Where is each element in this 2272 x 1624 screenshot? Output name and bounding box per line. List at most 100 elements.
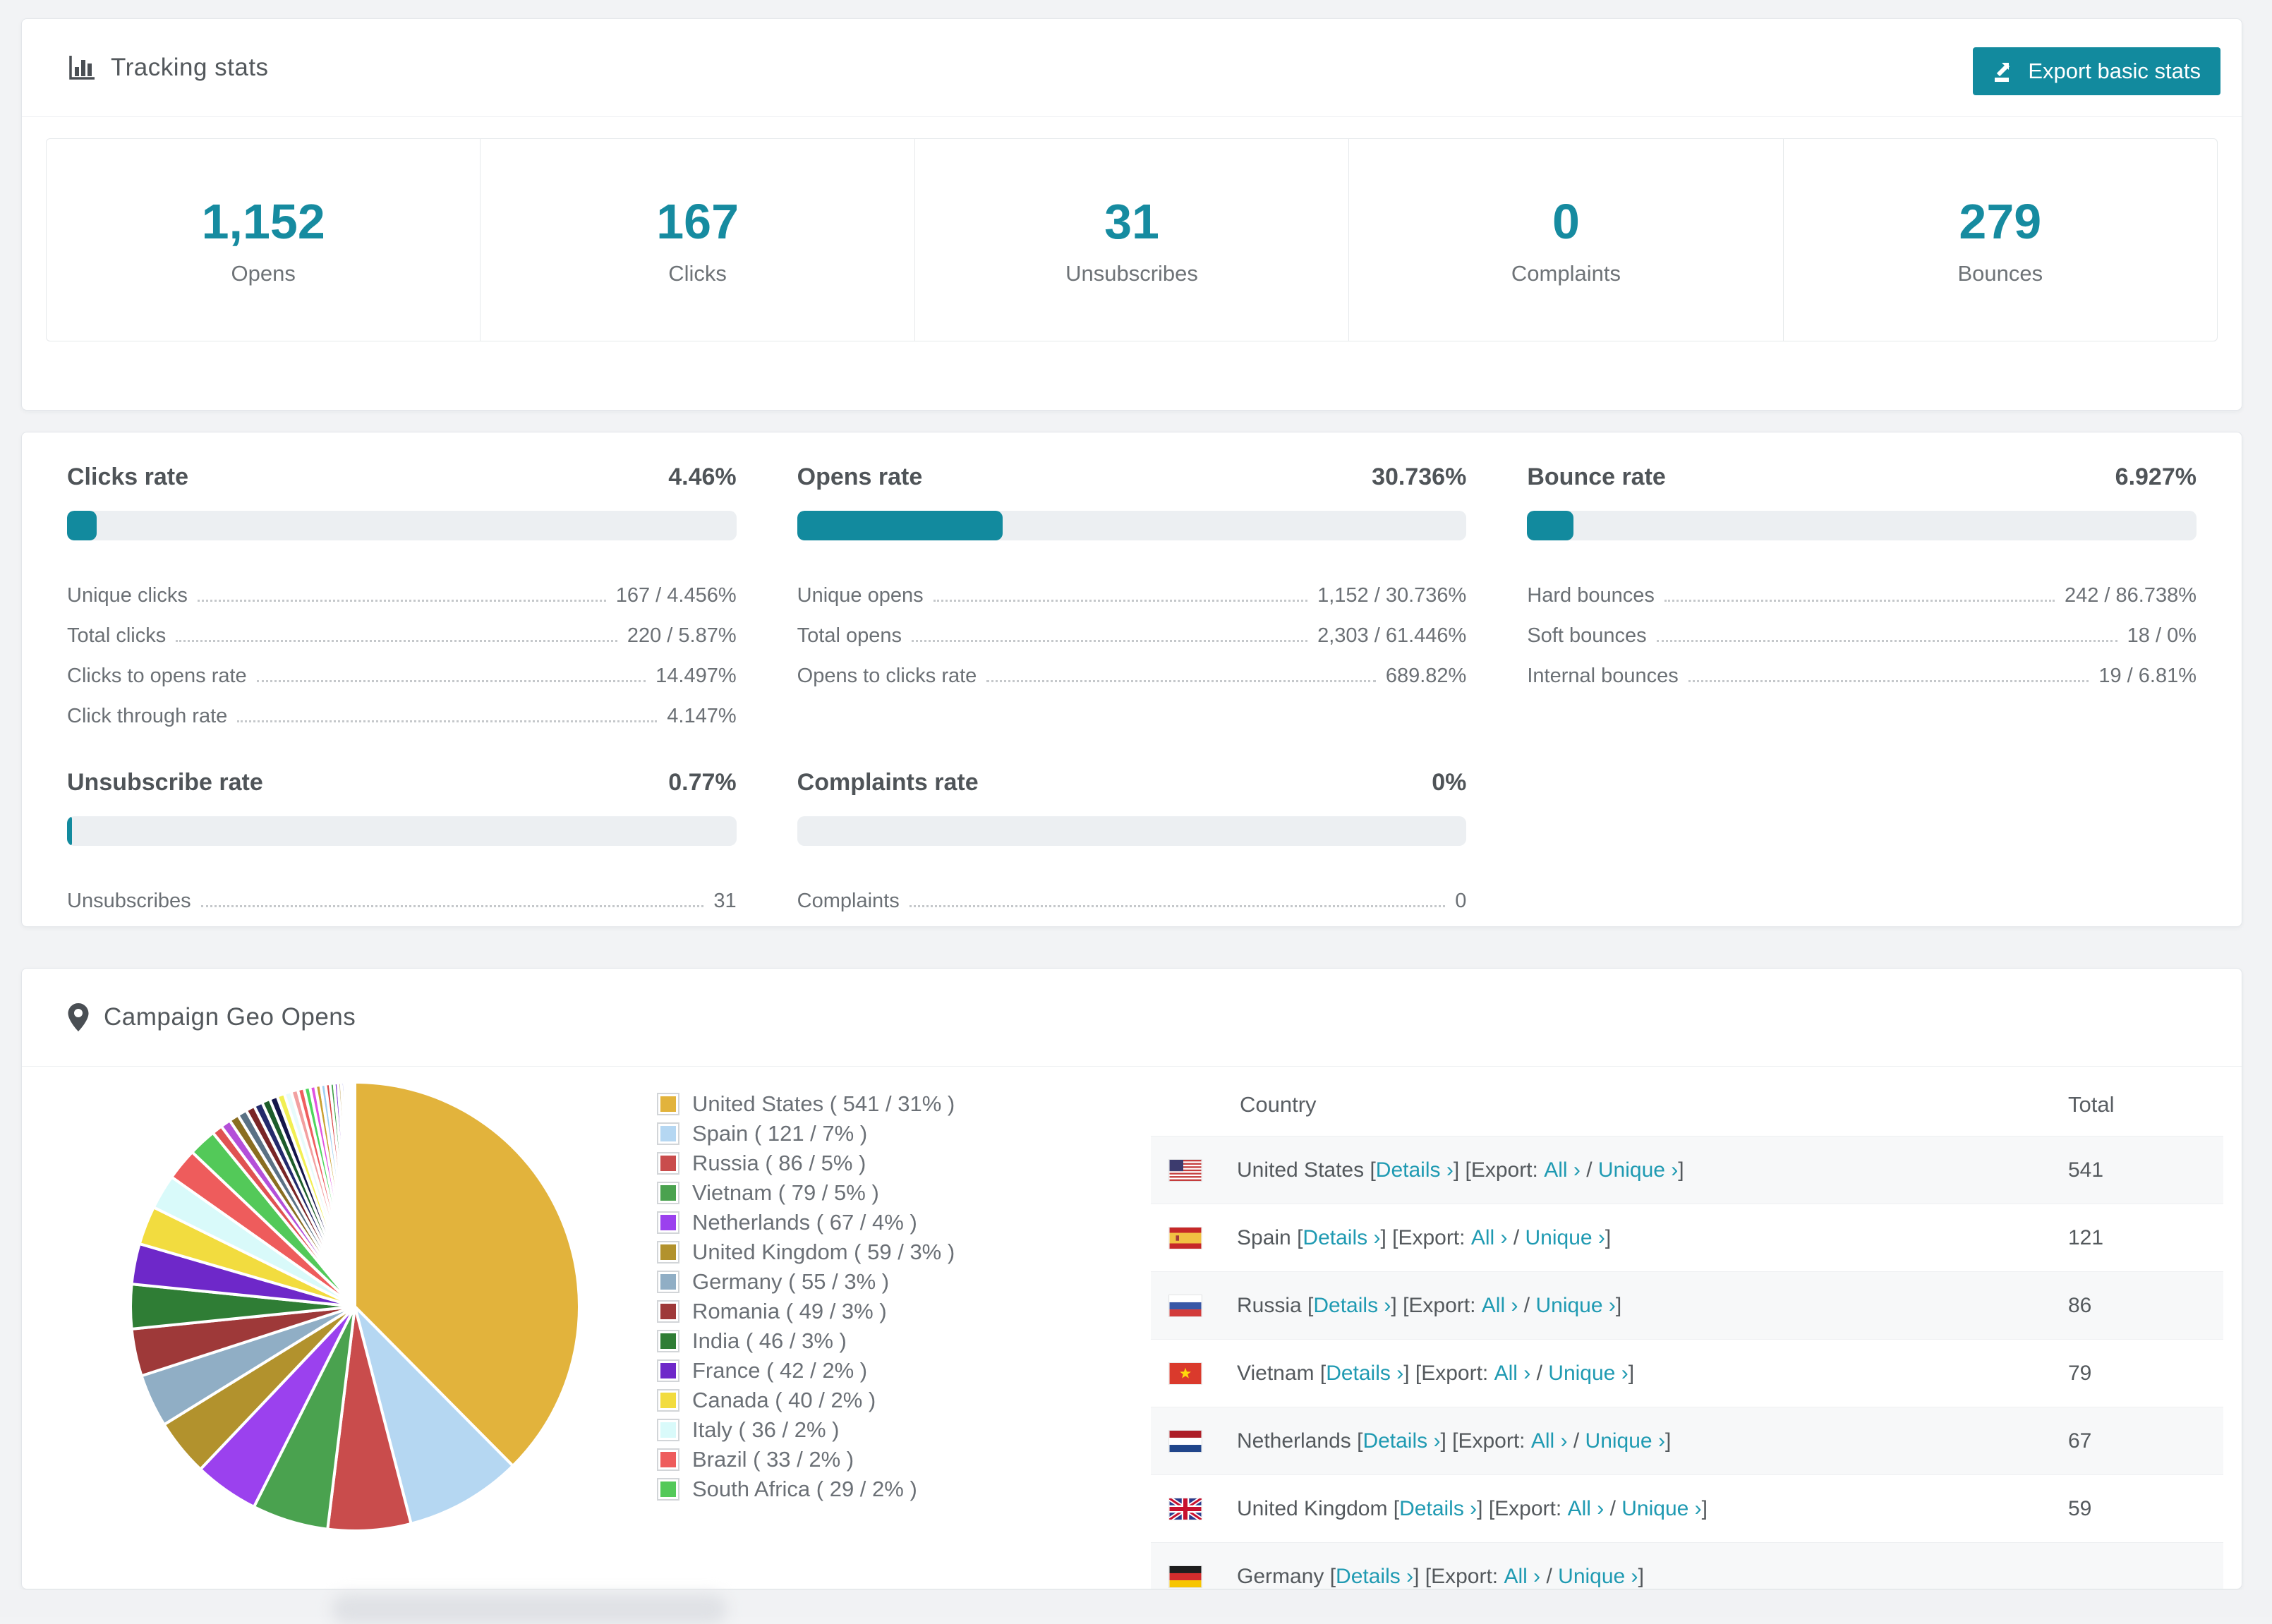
es-flag-icon	[1169, 1227, 1202, 1249]
dotted-leader	[911, 640, 1308, 642]
legend-label: India ( 46 / 3% )	[692, 1328, 847, 1353]
export-basic-stats-button[interactable]: Export basic stats	[1973, 47, 2220, 95]
rate-detail-label: Soft bounces	[1527, 624, 1647, 648]
export-unique-link[interactable]: Unique ›	[1621, 1497, 1701, 1521]
export-unique-link[interactable]: Unique ›	[1585, 1429, 1665, 1453]
stat-cell-opens: 1,152 Opens	[47, 139, 481, 341]
export-all-link[interactable]: All ›	[1494, 1362, 1531, 1386]
legend-item-spain: Spain ( 121 / 7% )	[657, 1119, 955, 1149]
details-link[interactable]: Details ›	[1399, 1497, 1477, 1521]
rate-block-complaints-rate: Complaints rate 0% Complaints 0	[797, 769, 1467, 913]
stat-label: Opens	[231, 261, 296, 286]
stat-value: 279	[1959, 194, 2042, 249]
stats-row: 1,152 Opens 167 Clicks 31 Unsubscribes 0 Compla…	[46, 138, 2218, 341]
dotted-leader	[197, 600, 606, 602]
scroll-shadow	[332, 1594, 727, 1624]
export-unique-link[interactable]: Unique ›	[1548, 1362, 1628, 1386]
export-unique-link[interactable]: Unique ›	[1558, 1565, 1638, 1589]
rate-detail-value: 4.147%	[667, 705, 737, 728]
rate-detail-row: Click through rate 4.147%	[67, 688, 737, 728]
rate-title: Clicks rate	[67, 463, 188, 490]
stat-value: 0	[1552, 194, 1580, 249]
us-flag-icon	[1169, 1159, 1202, 1181]
legend-label: South Africa ( 29 / 2% )	[692, 1477, 917, 1501]
rate-value: 4.46%	[668, 463, 737, 490]
de-flag-icon	[1169, 1565, 1202, 1587]
details-link[interactable]: Details ›	[1362, 1429, 1440, 1453]
stat-value: 1,152	[201, 194, 325, 249]
legend-item-united-states: United States ( 541 / 31% )	[657, 1089, 955, 1119]
rate-detail-label: Clicks to opens rate	[67, 665, 247, 688]
geo-table-header-total: Total	[2068, 1092, 2115, 1117]
page-background-bottom	[0, 1590, 2272, 1624]
rate-progress-fill	[1527, 511, 1574, 540]
nl-flag-icon	[1169, 1430, 1202, 1452]
stat-cell-clicks: 167 Clicks	[481, 139, 915, 341]
rate-detail-label: Internal bounces	[1527, 665, 1679, 688]
export-unique-link[interactable]: Unique ›	[1598, 1158, 1678, 1182]
geo-table-body: United States [Details ›] [Export: All ›…	[1151, 1136, 2223, 1589]
geo-table-row-spain: Spain [Details ›] [Export: All › / Uniqu…	[1151, 1204, 2223, 1271]
export-all-link[interactable]: All ›	[1504, 1565, 1540, 1589]
geo-table-row-russia: Russia [Details ›] [Export: All › / Uniq…	[1151, 1271, 2223, 1339]
dotted-leader	[1656, 640, 2117, 642]
legend-swatch	[657, 1211, 679, 1234]
rates-card: Clicks rate 4.46% Unique clicks 167 / 4.456…	[21, 432, 2242, 927]
legend-label: United States ( 541 / 31% )	[692, 1091, 955, 1116]
rate-detail-row: Soft bounces 18 / 0%	[1527, 607, 2197, 648]
rate-detail-label: Unique opens	[797, 584, 924, 607]
rate-detail-row: Total opens 2,303 / 61.446%	[797, 607, 1467, 648]
geo-table-header-row: Country Total	[1151, 1074, 2223, 1136]
details-link[interactable]: Details ›	[1303, 1226, 1380, 1250]
stat-label: Complaints	[1511, 261, 1621, 286]
export-all-link[interactable]: All ›	[1544, 1158, 1581, 1182]
details-link[interactable]: Details ›	[1313, 1294, 1391, 1318]
rate-progress-track	[797, 511, 1467, 540]
geo-country-name: United States	[1237, 1158, 1365, 1182]
rate-detail-value: 1,152 / 30.736%	[1317, 584, 1467, 607]
legend-item-russia: Russia ( 86 / 5% )	[657, 1149, 955, 1178]
export-all-link[interactable]: All ›	[1568, 1497, 1605, 1521]
details-link[interactable]: Details ›	[1376, 1158, 1454, 1182]
rate-progress-track	[797, 816, 1467, 846]
geo-table-row-vietnam: Vietnam [Details ›] [Export: All › / Uni…	[1151, 1339, 2223, 1407]
legend-label: Brazil ( 33 / 2% )	[692, 1447, 854, 1472]
legend-item-south-africa: South Africa ( 29 / 2% )	[657, 1474, 955, 1504]
export-basic-stats-label: Export basic stats	[2028, 59, 2201, 83]
dotted-leader	[237, 720, 658, 722]
legend-label: Spain ( 121 / 7% )	[692, 1121, 868, 1146]
campaign-stats-page: { "colors": { "accent_teal": "#128a9e", …	[0, 0, 2272, 1624]
geo-country-total: 59	[2068, 1496, 2092, 1520]
export-all-link[interactable]: All ›	[1482, 1294, 1518, 1318]
legend-swatch	[657, 1271, 679, 1293]
export-icon	[1995, 63, 2010, 82]
legend-swatch	[657, 1359, 679, 1382]
legend-swatch	[657, 1093, 679, 1115]
rate-detail-label: Complaints	[797, 890, 900, 913]
rate-detail-value: 242 / 86.738%	[2064, 584, 2197, 607]
rate-value: 0%	[1432, 769, 1467, 796]
export-all-link[interactable]: All ›	[1531, 1429, 1568, 1453]
geo-opens-table: Country Total United States [Details ›] …	[1151, 1074, 2223, 1589]
rate-detail-label: Hard bounces	[1527, 584, 1655, 607]
dotted-leader	[986, 680, 1376, 682]
legend-label: Romania ( 49 / 3% )	[692, 1299, 887, 1323]
details-link[interactable]: Details ›	[1326, 1362, 1403, 1386]
details-link[interactable]: Details ›	[1336, 1565, 1413, 1589]
rate-progress-track	[1527, 511, 2197, 540]
geo-content: United States ( 541 / 31% ) Spain ( 121 /…	[22, 1055, 2242, 1589]
geo-country-total: 67	[2068, 1429, 2092, 1453]
export-all-link[interactable]: All ›	[1471, 1226, 1508, 1250]
rate-title: Unsubscribe rate	[67, 769, 263, 796]
export-unique-link[interactable]: Unique ›	[1525, 1226, 1605, 1250]
geo-opens-pie-chart	[129, 1080, 581, 1532]
export-unique-link[interactable]: Unique ›	[1535, 1294, 1615, 1318]
rate-block-opens-rate: Opens rate 30.736% Unique opens 1,152 / 30.…	[797, 463, 1467, 728]
rate-detail-label: Total clicks	[67, 624, 167, 648]
legend-swatch	[657, 1122, 679, 1145]
legend-swatch	[657, 1419, 679, 1441]
legend-label: Russia ( 86 / 5% )	[692, 1151, 866, 1175]
rate-value: 0.77%	[668, 769, 737, 796]
vn-flag-icon	[1169, 1362, 1202, 1384]
rate-detail-label: Total opens	[797, 624, 902, 648]
